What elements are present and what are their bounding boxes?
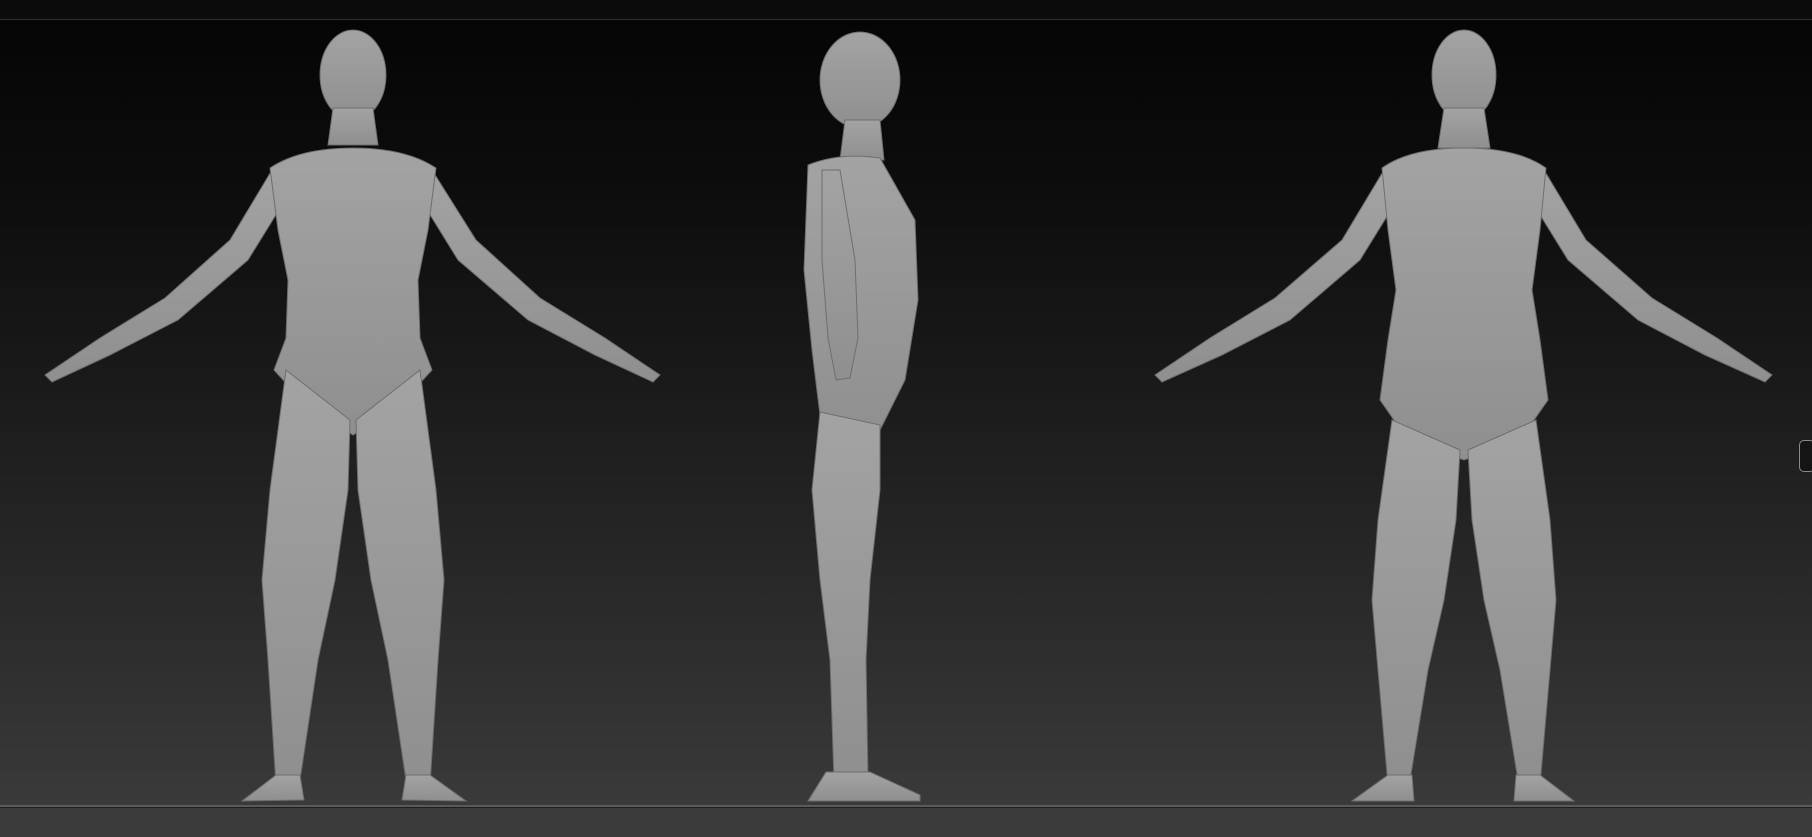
back-leg-left <box>1371 419 1461 786</box>
back-view[interactable] <box>1154 29 1773 802</box>
viewport-canvas[interactable] <box>0 20 1812 805</box>
front-foot-right <box>401 774 468 802</box>
panel-resize-handle-icon[interactable] <box>1799 440 1812 472</box>
side-leg <box>811 411 881 781</box>
back-torso <box>1379 147 1549 461</box>
front-leg-right <box>355 369 445 786</box>
back-arm-left <box>1154 168 1395 383</box>
bottom-shelf <box>0 807 1812 837</box>
side-head <box>819 31 901 129</box>
back-neck <box>1437 107 1491 149</box>
top-toolbar <box>0 0 1812 20</box>
side-torso <box>803 155 919 441</box>
side-neck <box>839 119 885 161</box>
front-foot-left <box>240 774 305 802</box>
front-head <box>319 29 387 121</box>
front-neck <box>327 107 379 146</box>
back-foot-left <box>1350 774 1415 802</box>
back-foot-right <box>1513 774 1576 802</box>
front-view[interactable] <box>44 29 661 802</box>
back-arm-right <box>1533 168 1773 383</box>
front-arm-right <box>423 168 661 383</box>
side-foot <box>807 771 921 802</box>
back-head <box>1431 29 1497 121</box>
side-view[interactable] <box>803 31 921 802</box>
back-leg-right <box>1467 419 1557 786</box>
front-leg-left <box>261 369 351 786</box>
3d-viewport[interactable] <box>0 20 1812 805</box>
sculpt-app-window <box>0 0 1812 837</box>
front-arm-left <box>44 168 283 383</box>
